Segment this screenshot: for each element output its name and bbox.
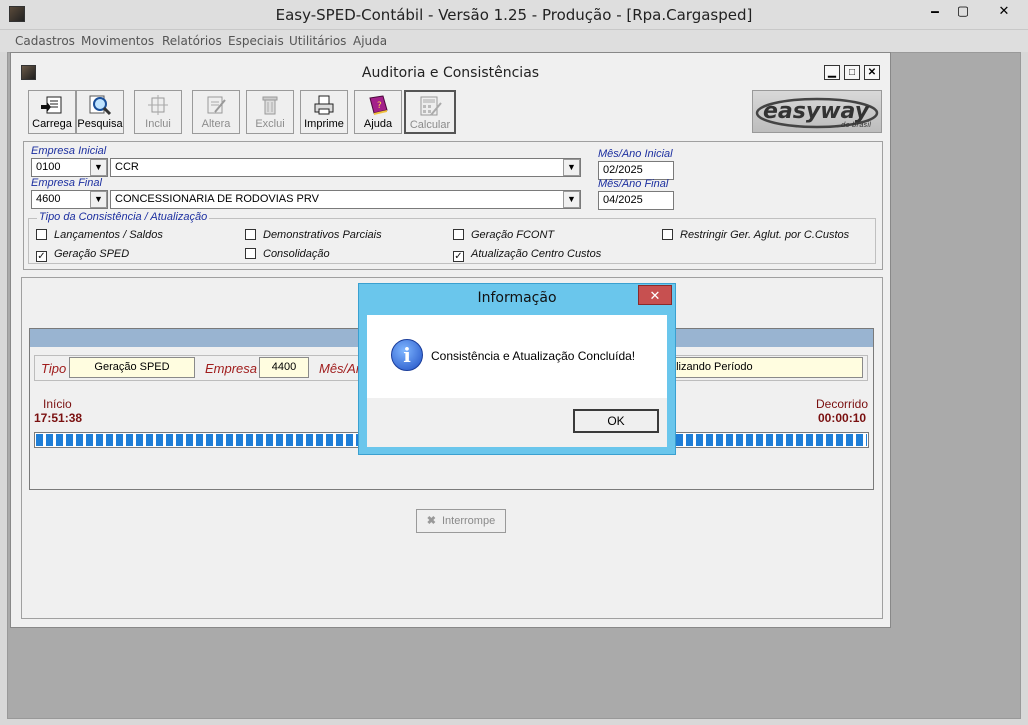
- option-label: Demonstrativos Parciais: [263, 229, 382, 241]
- interrompe-button[interactable]: ✖ Interrompe: [416, 509, 506, 533]
- exclui-label: Exclui: [255, 118, 285, 130]
- option-label: Consolidação: [263, 248, 330, 260]
- option-fcont[interactable]: Geração FCONT: [453, 229, 554, 241]
- ok-button[interactable]: OK: [573, 409, 659, 433]
- carrega-label: Carrega: [32, 118, 72, 130]
- option-geracao-sped[interactable]: ✓ Geração SPED: [36, 248, 129, 262]
- tipo-value: Geração SPED: [69, 357, 195, 378]
- edit-icon: [207, 96, 226, 114]
- menu-movimentos[interactable]: Movimentos: [81, 34, 154, 48]
- option-label: Geração SPED: [54, 248, 130, 260]
- option-centro-custos[interactable]: ✓ Atualização Centro Custos: [453, 248, 601, 262]
- empresa-final-label: Empresa Final: [31, 177, 102, 189]
- option-label: Atualização Centro Custos: [471, 248, 602, 260]
- checkbox-checked[interactable]: ✓: [453, 251, 464, 262]
- empresa-inicial-name[interactable]: CCR: [110, 158, 581, 177]
- info-icon: i: [391, 339, 423, 371]
- mes-inicial-label: Mês/Ano Inicial: [598, 148, 673, 160]
- pesquisa-label: Pesquisa: [77, 118, 123, 130]
- checkbox[interactable]: [453, 229, 464, 240]
- ajuda-label: Ajuda: [363, 118, 393, 130]
- app-titlebar: Easy-SPED-Contábil - Versão 1.25 - Produ…: [0, 0, 1028, 30]
- help-book-icon: ?: [369, 95, 388, 115]
- dialog-message: Consistência e Atualização Concluída!: [431, 349, 636, 363]
- mes-final-field[interactable]: 04/2025: [598, 191, 674, 210]
- child-minimize-button[interactable]: ▁: [824, 65, 840, 80]
- trash-icon: [262, 96, 278, 115]
- printer-icon: [314, 95, 334, 115]
- chevron-down-icon[interactable]: ▼: [90, 191, 107, 208]
- exclui-button[interactable]: Exclui: [246, 90, 294, 134]
- menu-especiais[interactable]: Especiais: [228, 34, 284, 48]
- empresa-label: Empresa: [205, 361, 258, 376]
- maximize-button[interactable]: ▢: [948, 1, 978, 21]
- menu-cadastros[interactable]: Cadastros: [15, 34, 75, 48]
- dialog-close-button[interactable]: ✕: [638, 285, 672, 305]
- menu-ajuda[interactable]: Ajuda: [353, 34, 387, 48]
- empresa-final-name[interactable]: CONCESSIONARIA DE RODOVIAS PRV: [110, 190, 581, 209]
- mes-final-label: Mês/Ano Final: [598, 178, 669, 190]
- checkbox-checked[interactable]: ✓: [36, 251, 47, 262]
- chevron-down-icon[interactable]: ▼: [563, 191, 580, 208]
- calculator-icon: [420, 96, 442, 116]
- option-label: Lançamentos / Saldos: [54, 229, 163, 241]
- chevron-down-icon[interactable]: ▼: [90, 159, 107, 176]
- app-title: Easy-SPED-Contábil - Versão 1.25 - Produ…: [275, 6, 753, 24]
- dialog-title: Informação: [477, 290, 557, 306]
- tipo-label: Tipo: [41, 361, 67, 376]
- empresa-inicial-label: Empresa Inicial: [31, 145, 107, 157]
- chevron-down-icon[interactable]: ▼: [563, 159, 580, 176]
- checkbox[interactable]: [36, 229, 47, 240]
- decorrido-value: 00:00:10: [818, 411, 867, 425]
- child-titlebar: Auditoria e Consistências ▁ □ ✕: [11, 53, 890, 81]
- search-icon: [89, 95, 112, 116]
- filter-group: Empresa Inicial 0100 ▼ CCR ▼ Mês/Ano Ini…: [23, 141, 883, 270]
- checkbox[interactable]: [245, 229, 256, 240]
- calcular-label: Calcular: [409, 119, 451, 131]
- status-value: alizando Período: [665, 357, 863, 378]
- checkbox[interactable]: [662, 229, 673, 240]
- logo-subtext: do brasil: [841, 121, 871, 129]
- imprime-button[interactable]: Imprime: [300, 90, 348, 134]
- include-icon: [148, 95, 168, 115]
- easyway-logo: easyway do brasil: [752, 90, 882, 133]
- dialog-body: i Consistência e Atualização Concluída! …: [367, 315, 667, 447]
- child-title: Auditoria e Consistências: [361, 65, 540, 81]
- inclui-label: Inclui: [145, 118, 171, 130]
- empresa-value: 4400: [259, 357, 309, 378]
- ajuda-button[interactable]: ? Ajuda: [354, 90, 402, 134]
- minimize-button[interactable]: 🗕: [920, 1, 950, 21]
- altera-button[interactable]: Altera: [192, 90, 240, 134]
- info-dialog: Informação ✕ i Consistência e Atualizaçã…: [358, 283, 676, 455]
- option-restringir[interactable]: Restringir Ger. Aglut. por C.Custos: [662, 229, 849, 241]
- menubar: Cadastros Movimentos Relatórios Especiai…: [0, 30, 1028, 52]
- menu-relatorios[interactable]: Relatórios: [162, 34, 222, 48]
- imprime-label: Imprime: [304, 118, 344, 130]
- inclui-button[interactable]: Inclui: [134, 90, 182, 134]
- child-maximize-button[interactable]: □: [844, 65, 860, 80]
- inicio-label: Início: [43, 397, 72, 411]
- interrompe-label: Interrompe: [442, 515, 496, 527]
- inicio-value: 17:51:38: [34, 411, 83, 425]
- load-icon: [41, 96, 62, 114]
- checkbox[interactable]: [245, 248, 256, 259]
- close-icon: ✖: [426, 515, 436, 527]
- svg-text:?: ?: [377, 101, 382, 111]
- option-consolidacao[interactable]: Consolidação: [245, 248, 330, 260]
- calcular-button[interactable]: Calcular: [404, 90, 456, 134]
- tipo-legend: Tipo da Consistência / Atualização: [37, 211, 210, 223]
- child-close-button[interactable]: ✕: [864, 65, 880, 80]
- option-label: Geração FCONT: [471, 229, 555, 241]
- option-demonstrativos[interactable]: Demonstrativos Parciais: [245, 229, 382, 241]
- carrega-button[interactable]: Carrega: [28, 90, 76, 134]
- pesquisa-button[interactable]: Pesquisa: [76, 90, 124, 134]
- tipo-consistencia-group: Tipo da Consistência / Atualização Lança…: [28, 211, 876, 264]
- decorrido-label: Decorrido: [816, 397, 869, 411]
- menu-utilitarios[interactable]: Utilitários: [289, 34, 346, 48]
- altera-label: Altera: [201, 118, 231, 130]
- option-lancamentos[interactable]: Lançamentos / Saldos: [36, 229, 163, 241]
- option-label: Restringir Ger. Aglut. por C.Custos: [680, 229, 850, 241]
- close-button[interactable]: ✕: [984, 1, 1024, 21]
